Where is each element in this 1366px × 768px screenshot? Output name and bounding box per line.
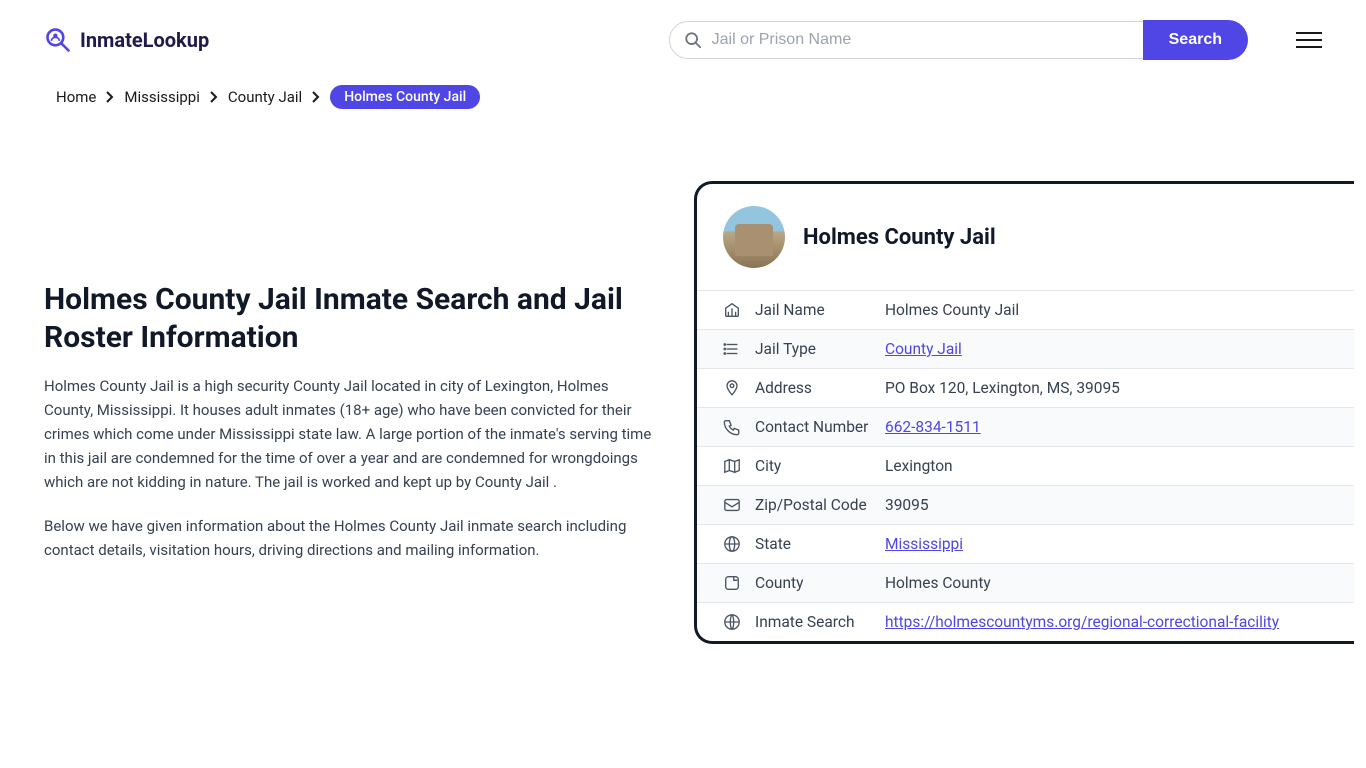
intro-paragraph-1: Holmes County Jail is a high security Co… <box>44 374 654 494</box>
page-title: Holmes County Jail Inmate Search and Jai… <box>44 281 654 356</box>
info-row: StateMississippi <box>697 524 1354 563</box>
jail-avatar <box>723 206 785 268</box>
card-title: Holmes County Jail <box>803 225 996 250</box>
chevron-right-icon <box>106 91 114 103</box>
chevron-right-icon <box>312 91 320 103</box>
info-row: Jail NameHolmes County Jail <box>697 290 1354 329</box>
row-label: State <box>755 535 885 553</box>
row-value: Holmes County Jail <box>885 301 1019 319</box>
row-label: Inmate Search <box>755 613 885 631</box>
globe-icon <box>723 535 741 553</box>
row-value: 39095 <box>885 496 929 514</box>
search-box <box>669 21 1144 59</box>
jail-info-card: Holmes County Jail Jail NameHolmes Count… <box>694 181 1354 644</box>
pin-icon <box>723 379 741 397</box>
info-row: Contact Number662-834-1511 <box>697 407 1354 446</box>
breadcrumb-mississippi[interactable]: Mississippi <box>124 88 200 106</box>
breadcrumb-current: Holmes County Jail <box>330 85 480 109</box>
search-input[interactable] <box>712 31 1129 49</box>
search-person-icon <box>44 26 72 54</box>
row-value: Lexington <box>885 457 953 475</box>
row-label: Address <box>755 379 885 397</box>
row-value: Holmes County <box>885 574 991 592</box>
map-icon <box>723 457 741 475</box>
breadcrumb-home[interactable]: Home <box>56 88 96 106</box>
search-button[interactable]: Search <box>1143 20 1248 60</box>
menu-line-icon <box>1296 32 1322 34</box>
info-row: Zip/Postal Code39095 <box>697 485 1354 524</box>
list-icon <box>723 340 741 358</box>
info-row: Jail TypeCounty Jail <box>697 329 1354 368</box>
row-label: Contact Number <box>755 418 885 436</box>
row-value-link[interactable]: County Jail <box>885 340 962 358</box>
info-row: Inmate Searchhttps://holmescountyms.org/… <box>697 602 1354 641</box>
row-label: County <box>755 574 885 592</box>
row-value-link[interactable]: 662-834-1511 <box>885 418 981 436</box>
row-value: PO Box 120, Lexington, MS, 39095 <box>885 379 1120 397</box>
row-label: Jail Type <box>755 340 885 358</box>
breadcrumb-county-jail[interactable]: County Jail <box>228 88 302 106</box>
info-row: CityLexington <box>697 446 1354 485</box>
search-form: Search <box>669 20 1248 60</box>
logo-text: InmateLookup <box>80 28 209 52</box>
building-icon <box>723 301 741 319</box>
info-row: AddressPO Box 120, Lexington, MS, 39095 <box>697 368 1354 407</box>
row-value-link[interactable]: Mississippi <box>885 535 963 553</box>
menu-line-icon <box>1296 46 1322 48</box>
search-icon <box>684 31 702 49</box>
square-icon <box>723 574 741 592</box>
row-label: Zip/Postal Code <box>755 496 885 514</box>
web-icon <box>723 613 741 631</box>
chevron-right-icon <box>210 91 218 103</box>
phone-icon <box>723 418 741 436</box>
row-value-link[interactable]: https://holmescountyms.org/regional-corr… <box>885 613 1279 631</box>
info-row: CountyHolmes County <box>697 563 1354 602</box>
breadcrumb: Home Mississippi County Jail Holmes Coun… <box>0 80 1366 121</box>
row-label: City <box>755 457 885 475</box>
hamburger-menu[interactable] <box>1296 32 1322 48</box>
logo[interactable]: InmateLookup <box>44 26 209 54</box>
row-label: Jail Name <box>755 301 885 319</box>
intro-paragraph-2: Below we have given information about th… <box>44 514 654 562</box>
envelope-icon <box>723 496 741 514</box>
menu-line-icon <box>1296 39 1322 41</box>
